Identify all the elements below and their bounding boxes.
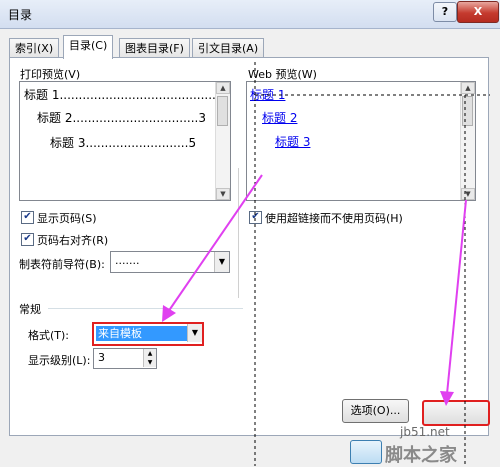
watermark-site: jb51.net — [400, 425, 450, 439]
watermark-brand: 脚本之家 — [385, 445, 457, 466]
arrow-head-icon — [440, 391, 454, 406]
annotation-arrow-left — [167, 174, 263, 313]
arrow-head-icon — [162, 305, 176, 322]
annotation-arrow-right — [446, 199, 467, 395]
annotation-overlay — [162, 62, 490, 466]
tab-toc[interactable]: 目录(C) — [63, 35, 114, 59]
